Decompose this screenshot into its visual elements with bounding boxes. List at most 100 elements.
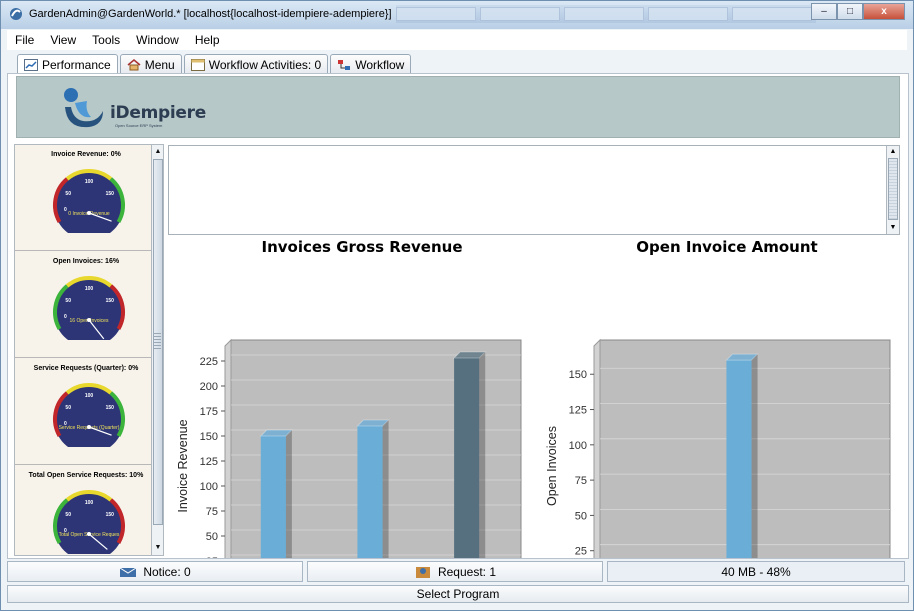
y-tick-label: 125	[569, 405, 587, 417]
plot-side-wall	[593, 338, 601, 558]
idempiere-logo	[64, 88, 103, 128]
gauge-tick-label: 150	[106, 405, 115, 411]
gauge-tick-label: 50	[65, 512, 71, 518]
application-window: GardenAdmin@GardenWorld.* [localhost{loc…	[0, 0, 914, 611]
close-button[interactable]: x	[863, 3, 905, 20]
gauge-title: Invoice Revenue: 0%	[51, 151, 121, 158]
splitter-grip[interactable]	[154, 333, 161, 351]
gauge-title: Service Requests (Quarter): 0%	[33, 365, 139, 372]
gauge-dial: 05010015016 Open Invoices	[49, 276, 129, 350]
performance-panel: iDempiere Open Source ERP System Invoice…	[7, 73, 909, 559]
bar-side	[479, 352, 486, 558]
y-tick-label: 150	[200, 431, 218, 443]
chart-icon	[24, 58, 38, 71]
scroll-down-arrow-icon[interactable]: ▼	[888, 223, 898, 233]
menu-window[interactable]: Window	[136, 33, 179, 47]
gauge-card[interactable]: Invoice Revenue: 0% 0 50 100 150 0 Invoice Re…	[15, 145, 155, 251]
background-taskbar-strip	[396, 5, 816, 23]
notice-status[interactable]: Notice: 0	[7, 561, 303, 582]
chart-title-revenue: Invoices Gross Revenue	[261, 238, 463, 256]
scroll-thumb[interactable]	[888, 158, 898, 220]
menu-file[interactable]: File	[15, 33, 34, 47]
tab-label: Performance	[42, 57, 111, 72]
menu-view[interactable]: View	[50, 33, 76, 47]
bar-side	[285, 430, 292, 558]
open-invoice-chart[interactable]: 025507510012515002/200208/200211/2003Mon…	[538, 258, 903, 558]
gauge-scrollbar[interactable]: ▲ ▼	[151, 144, 164, 556]
y-tick-label: 125	[200, 456, 218, 468]
gauge-tick-label: 150	[106, 191, 115, 197]
y-tick-label: 75	[575, 475, 587, 487]
tab-label: Menu	[144, 57, 175, 72]
tab-workflow[interactable]: Workflow	[330, 54, 412, 74]
gauge-tick-label: 150	[106, 512, 115, 518]
gauge-hub	[87, 425, 91, 429]
gauge-tick-label: 50	[65, 405, 71, 411]
gauge-tick-label: 100	[85, 286, 94, 292]
gauge-dial: 0501001500 Invoice Revenue	[49, 169, 129, 243]
scroll-up-arrow-icon[interactable]: ▲	[888, 147, 898, 157]
notice-label: Notice: 0	[143, 564, 191, 579]
menu-bar: File View Tools Window Help	[7, 30, 907, 50]
scroll-up-arrow-icon[interactable]: ▲	[153, 146, 163, 158]
minimize-button[interactable]: –	[811, 3, 837, 20]
logo-tagline: Open Source ERP System	[115, 123, 163, 128]
gauge-tick-label: 100	[85, 393, 94, 399]
y-tick-label: 75	[206, 506, 218, 518]
y-tick-label: 225	[200, 356, 218, 368]
bar	[454, 358, 480, 558]
request-status[interactable]: Request: 1	[307, 561, 603, 582]
tab-workflow-activities[interactable]: Workflow Activities: 0	[183, 54, 329, 74]
invoice-revenue-chart[interactable]: 025507510012515017520022502/200208/20021…	[168, 258, 538, 558]
y-tick-label: 25	[575, 546, 587, 558]
logo-wordmark: iDempiere	[110, 103, 206, 123]
tab-menu[interactable]: Menu	[119, 54, 182, 74]
y-tick-label: 25	[206, 556, 218, 558]
chart-title-open-invoices: Open Invoice Amount	[636, 238, 818, 256]
y-tick-label: 200	[200, 381, 218, 393]
y-axis-label: Invoice Revenue	[176, 419, 190, 512]
maximize-button[interactable]: □	[837, 3, 863, 20]
y-tick-label: 100	[569, 440, 587, 452]
goal-text-area[interactable]: ▲ ▼	[168, 145, 900, 235]
gauge-tick-label: 50	[65, 298, 71, 304]
menu-tools[interactable]: Tools	[92, 33, 120, 47]
request-label: Request: 1	[437, 564, 497, 579]
gauge-card[interactable]: Service Requests (Quarter): 0% 0 50 100 150 S…	[15, 359, 155, 465]
gauge-tick-label: 0	[64, 314, 67, 320]
bar	[357, 426, 383, 558]
gauge-tick-label: 100	[85, 179, 94, 185]
text-scrollbar[interactable]: ▲ ▼	[886, 146, 899, 234]
tab-label: Workflow	[355, 57, 405, 72]
request-icon	[415, 566, 430, 578]
bar-side	[382, 420, 389, 558]
memory-status[interactable]: 40 MB - 48%	[607, 561, 905, 582]
bar-side	[751, 354, 758, 558]
plot-side-wall	[224, 338, 232, 558]
y-tick-label: 150	[569, 369, 587, 381]
gauge-dial: 050100150Service Requests (Quarter)	[49, 383, 129, 457]
logo-banner: iDempiere Open Source ERP System	[16, 76, 900, 138]
gauge-title: Total Open Service Requests: 10%	[28, 472, 144, 479]
bar	[726, 360, 752, 558]
window-icon	[190, 58, 205, 71]
gauge-dial: 050100150Total Open Service Reques	[49, 490, 129, 555]
gauge-hub	[87, 532, 91, 536]
gauge-card[interactable]: Open Invoices: 16% 0 50 100 150 16 Open Invoi…	[15, 252, 155, 358]
tab-performance[interactable]: Performance	[17, 54, 118, 74]
menu-help[interactable]: Help	[195, 33, 220, 47]
y-tick-label: 100	[200, 481, 218, 493]
scroll-down-arrow-icon[interactable]: ▼	[153, 542, 163, 554]
tab-bar: Performance Menu Workflow Activities: 0 …	[7, 54, 907, 74]
gauge-tick-label: 100	[85, 500, 94, 506]
workflow-icon	[338, 59, 351, 70]
gauge-card[interactable]: Total Open Service Requests: 10% 0 50 100 15…	[15, 466, 155, 555]
y-axis-label: Open Invoices	[545, 426, 559, 506]
gauge-bottom-mask	[49, 554, 129, 555]
gauge-hub	[87, 211, 91, 215]
gauge-hub	[87, 318, 91, 322]
title-bar: GardenAdmin@GardenWorld.* [localhost{loc…	[1, 1, 913, 29]
gauge-tick-label: 150	[106, 298, 115, 304]
y-tick-label: 50	[575, 510, 587, 522]
y-tick-label: 175	[200, 406, 218, 418]
